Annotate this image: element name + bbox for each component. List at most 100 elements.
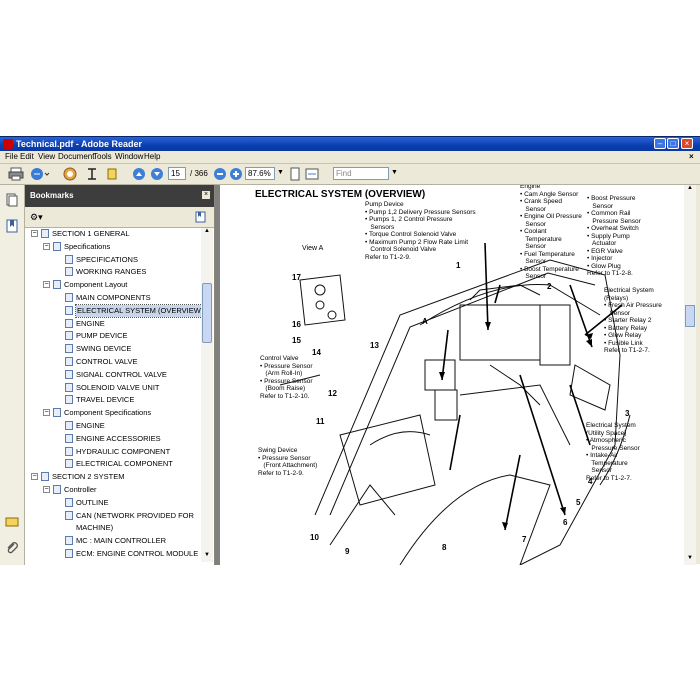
fit-page-icon[interactable] <box>288 167 302 181</box>
bookmark-item[interactable]: MACHINE) <box>25 522 201 534</box>
doc-scroll-down-icon[interactable]: ▼ <box>684 555 696 565</box>
bookmark-item[interactable]: − Component Layout <box>25 279 201 291</box>
bookmarks-scroll-thumb[interactable] <box>202 283 212 343</box>
bookmark-item[interactable]: ECM: ENGINE CONTROL MODULE <box>25 548 201 560</box>
print-icon[interactable] <box>8 167 24 181</box>
bookmark-item[interactable]: ENGINE ACCESSORIES <box>25 433 201 445</box>
scroll-up-icon[interactable]: ▲ <box>201 228 213 238</box>
bookmark-item[interactable]: TRAVEL DEVICE <box>25 394 201 406</box>
bookmark-item[interactable]: CONTROL VALVE <box>25 356 201 368</box>
bookmark-icon <box>53 241 61 251</box>
bookmark-icon <box>53 280 61 290</box>
expand-collapse-icon[interactable]: − <box>43 409 50 417</box>
panel-close-icon[interactable]: × <box>202 191 210 199</box>
menu-view[interactable]: View <box>38 152 55 162</box>
bookmark-label: SIGNAL CONTROL VALVE <box>76 369 167 379</box>
bookmark-item[interactable]: WORKING RANGES <box>25 266 201 278</box>
bookmark-item[interactable]: ELECTRICAL SYSTEM (OVERVIEW) <box>25 303 201 318</box>
bookmark-item[interactable]: − Specifications <box>25 241 201 253</box>
close-button[interactable]: × <box>681 138 693 149</box>
callout-9: 9 <box>345 547 350 556</box>
bookmark-icon <box>65 421 73 430</box>
callout-1: 1 <box>456 261 461 270</box>
bookmark-item[interactable]: ENGINE <box>25 420 201 432</box>
utility-space-callout: Electrical System (Utility Space) • Atmo… <box>586 422 640 482</box>
bookmark-label: ENGINE <box>76 318 105 328</box>
bookmark-item[interactable]: SIGNAL CONTROL VALVE <box>25 369 201 381</box>
bookmark-item[interactable]: MAIN COMPONENTS <box>25 292 201 304</box>
select-text-icon[interactable] <box>86 167 98 181</box>
bookmarks-scrollbar[interactable]: ▲ ▼ <box>201 228 213 562</box>
menu-document[interactable]: Document <box>58 152 94 162</box>
bookmark-icon <box>65 497 73 507</box>
bookmarks-panel-icon[interactable] <box>6 219 18 233</box>
bookmark-item[interactable]: SPECIFICATIONS <box>25 254 201 266</box>
bookmark-icon <box>65 446 73 456</box>
bookmark-icon <box>65 459 73 469</box>
doc-scroll-up-icon[interactable]: ▲ <box>684 185 696 195</box>
menu-file[interactable]: File <box>5 152 18 162</box>
expand-collapse-icon[interactable]: − <box>31 473 38 481</box>
bookmark-item[interactable]: SWING DEVICE <box>25 343 201 355</box>
expand-collapse-icon[interactable]: − <box>43 281 50 289</box>
options-gear-icon[interactable]: ⚙▾ <box>30 212 43 223</box>
bookmark-icon <box>65 536 73 546</box>
bookmark-item[interactable]: CAN (NETWORK PROVIDED FOR <box>25 510 201 522</box>
zoom-in-icon[interactable] <box>229 167 243 181</box>
scroll-down-icon[interactable]: ▼ <box>201 552 213 562</box>
email-icon[interactable] <box>30 167 50 181</box>
next-page-icon[interactable] <box>150 167 164 181</box>
expand-collapse-icon[interactable]: − <box>43 486 50 493</box>
expand-collapse-icon[interactable]: − <box>31 230 38 237</box>
bookmark-icon <box>65 510 73 520</box>
bookmark-label: MC : MAIN CONTROLLER <box>76 536 167 546</box>
callout-2: 2 <box>547 282 552 291</box>
bookmark-item[interactable]: MC : MAIN CONTROLLER <box>25 535 201 547</box>
bookmark-item[interactable]: − SECTION 2 SYSTEM <box>25 471 201 483</box>
fit-width-icon[interactable] <box>305 167 319 181</box>
bookmark-item[interactable]: PUMP DEVICE <box>25 330 201 342</box>
new-bookmark-icon[interactable] <box>195 211 207 223</box>
snapshot-icon[interactable] <box>106 167 118 181</box>
bookmark-item[interactable]: − Component Specifications <box>25 407 201 419</box>
pages-panel-icon[interactable] <box>6 193 18 207</box>
hand-tool-icon[interactable] <box>62 167 78 181</box>
bookmark-item[interactable]: ENGINE <box>25 318 201 330</box>
menu-tools[interactable]: Tools <box>93 152 112 162</box>
bookmark-label: ELECTRICAL SYSTEM (OVERVIEW) <box>74 303 201 318</box>
bookmark-item[interactable]: OUTLINE <box>25 497 201 509</box>
previous-page-icon[interactable] <box>132 167 146 181</box>
find-input[interactable]: Find <box>333 167 389 180</box>
zoom-level-input[interactable]: 87.6% <box>245 167 275 180</box>
attachments-paperclip-icon[interactable] <box>5 541 19 555</box>
title-bar: Technical.pdf - Adobe Reader – □ × <box>0 137 700 151</box>
bookmark-item[interactable]: SOLENOID VALVE UNIT <box>25 382 201 394</box>
bookmark-label: MAIN COMPONENTS <box>76 293 151 302</box>
maximize-button[interactable]: □ <box>667 138 679 149</box>
bookmark-item[interactable]: ELECTRICAL COMPONENT <box>25 458 201 470</box>
zoom-out-icon[interactable] <box>213 167 227 181</box>
minimize-button[interactable]: – <box>654 138 666 149</box>
document-scrollbar[interactable]: ▲ ▼ <box>684 185 696 565</box>
bookmark-item[interactable]: − SECTION 1 GENERAL <box>25 228 201 240</box>
comments-panel-icon[interactable] <box>5 517 19 529</box>
bookmark-label: ENGINE <box>76 421 105 430</box>
bookmark-item[interactable]: HYDRAULIC COMPONENT <box>25 446 201 458</box>
bookmark-item[interactable]: − Controller <box>25 484 201 496</box>
menu-window[interactable]: Window <box>115 152 143 162</box>
find-dropdown-icon[interactable]: ▼ <box>391 169 398 176</box>
document-close-icon[interactable]: × <box>689 152 694 162</box>
bookmark-label: ELECTRICAL COMPONENT <box>76 459 173 469</box>
navigation-rail <box>0 185 25 565</box>
expand-collapse-icon[interactable]: − <box>43 242 50 250</box>
document-view[interactable]: ELECTRICAL SYSTEM (OVERVIEW) Pump Device… <box>215 185 684 565</box>
menu-bar: File Edit View Document Tools Window Hel… <box>0 151 700 164</box>
callout-10: 10 <box>310 533 319 542</box>
doc-scroll-thumb[interactable] <box>685 305 695 327</box>
menu-help[interactable]: Help <box>144 152 160 162</box>
page-number-input[interactable]: 15 <box>168 167 186 180</box>
page-total: / 366 <box>190 169 208 178</box>
zoom-dropdown-icon[interactable]: ▼ <box>277 169 284 176</box>
menu-edit[interactable]: Edit <box>20 152 34 162</box>
bookmark-label: SECTION 1 GENERAL <box>52 229 130 238</box>
